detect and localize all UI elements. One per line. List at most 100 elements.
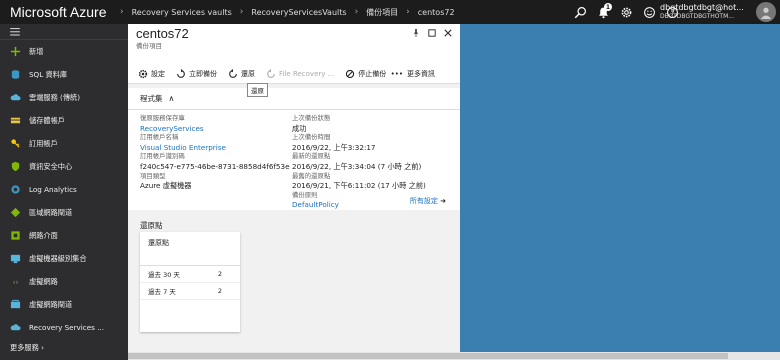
essentials-field-label: 訂用帳戶識別碼 [140,152,185,161]
sidebar-item-label: 資訊安全中心 [29,161,73,171]
restore-point-count: 2 [217,270,222,278]
sidebar-item[interactable]: Log Analytics [0,178,128,201]
dashboard-background [460,24,780,352]
breadcrumb-item[interactable]: RecoveryServicesVaults [251,8,346,17]
scrollbar-thumb[interactable] [128,353,728,359]
essentials-field-value[interactable]: RecoveryServices [140,124,290,134]
backup-now-button[interactable]: 立即備份 [176,68,217,79]
sidebar-item[interactable]: 資訊安全中心 [0,155,128,178]
essentials-field-label: 項目類型 [140,171,166,180]
close-icon[interactable] [440,27,456,39]
maximize-icon[interactable] [424,27,440,39]
vnet-gateway-icon [10,299,21,310]
local-gateway-icon [10,207,21,218]
breadcrumb-item[interactable]: Recovery Services vaults [132,8,232,17]
vm-scale-set-icon [10,253,21,264]
sidebar-item-label: 虛擬機器級別集合 [29,253,87,263]
user-account[interactable]: dbgtdbgtdbgt@hot... DBGTDBGTDBGTHOTM... [660,3,752,21]
hamburger-menu-icon[interactable] [0,24,128,40]
restore-button[interactable]: 還原 [228,68,255,79]
storage-account-icon [10,115,21,126]
user-directory: DBGTDBGTDBGTHOTM... [660,13,734,20]
sidebar-item[interactable]: 虛擬網路閘道 [0,293,128,316]
breadcrumb-item[interactable]: centos72 [418,8,455,17]
more-services-label: 更多服務 [10,343,39,352]
shield-icon [10,161,21,172]
backup-now-label: 立即備份 [189,69,217,78]
sidebar-item-label: 區域網路閘道 [29,207,73,217]
restore-point-row: 過去 30 天 2 [140,266,240,283]
chevron-right-icon: › [41,343,44,352]
sidebar-item[interactable]: Recovery Services ... [0,316,128,339]
restore-label: 還原 [241,69,255,78]
ellipsis-icon: ••• [390,69,403,78]
more-services-link[interactable]: 更多服務 › [10,343,44,353]
backup-icon [177,68,185,78]
command-bar: 設定 立即備份 還原 File Recovery ... 停止備份 ••• 更多… [128,64,460,97]
sidebar-item[interactable]: 雲端服務 (傳統) [0,86,128,109]
notifications-bell-icon[interactable]: 1 [592,0,615,24]
sidebar-item[interactable]: 網路介面 [0,224,128,247]
essentials-toggle[interactable]: 程式集 ∧ [128,88,460,110]
backup-item-blade: centos72 備份項目 設定 立即備份 還原 File Recovery .… [128,24,460,360]
essentials-field-value: 2016/9/21, 下午6:11:02 (17 小時 之前) [292,181,426,191]
sidebar-item[interactable]: ‹› 虛擬網路 [0,270,128,293]
essentials-field-value: f240c547-e775-46be-8731-8858d4f6f53e [140,161,290,171]
key-icon [10,138,21,149]
more-info-label: 更多資訊 [407,69,435,78]
sidebar-item-label: 新增 [29,46,44,56]
essentials-field-label: 上次備份狀態 [292,114,331,122]
sidebar-item-label: 虛擬網路閘道 [29,299,73,309]
breadcrumb: › Recovery Services vaults › RecoverySer… [112,0,455,24]
all-settings-link[interactable]: 所有設定 ➜ [410,196,446,206]
sidebar-item[interactable]: 訂用帳戶 [0,132,128,155]
essentials-field-value: 2016/9/22, 上午3:34:04 (7 小時 之前) [292,161,422,171]
essentials-left-column: 復原服務保存庫 RecoveryServices 訂用帳戶名稱 Visual Stud… [140,114,290,191]
avatar[interactable] [756,2,776,22]
sidebar-item-label: Recovery Services ... [29,323,105,332]
chevron-up-icon: ∧ [168,94,175,103]
horizontal-scrollbar[interactable] [128,352,780,360]
sidebar-item-label: SQL 資料庫 [29,69,68,79]
sidebar-list: 新增 SQL 資料庫雲端服務 (傳統) 儲存體帳戶訂用帳戶資訊安全中心 Log Ana… [0,40,128,339]
all-settings-label: 所有設定 [409,197,438,205]
restore-points-tile[interactable]: 還原點 過去 30 天 2 過去 7 天 2 [140,232,240,332]
settings-label: 設定 [151,69,165,78]
azure-brand[interactable]: Microsoft Azure [0,4,112,20]
restore-point-period: 過去 7 天 [148,288,176,296]
sidebar-item[interactable]: 區域網路閘道 [0,201,128,224]
smiley-feedback-icon[interactable] [638,0,661,24]
sidebar-item[interactable]: 儲存體帳戶 [0,109,128,132]
blade-header: centos72 備份項目 [128,24,460,64]
file-recovery-icon [267,68,275,78]
restore-icon [229,68,237,78]
sidebar-item-label: 訂用帳戶 [29,138,58,148]
restore-points-rows: 過去 30 天 2 過去 7 天 2 [140,266,240,300]
recovery-vault-icon [10,322,21,333]
breadcrumb-item[interactable]: 備份項目 [366,7,398,18]
pin-icon[interactable] [408,27,424,39]
file-recovery-button[interactable]: File Recovery ... [266,68,334,79]
essentials-field-label: 最舊的還原點 [292,171,331,180]
more-info-button[interactable]: ••• 更多資訊 [391,69,435,79]
search-icon[interactable] [569,0,592,24]
chevron-right-icon: › [239,7,244,17]
blade-subtitle: 備份項目 [136,42,162,50]
settings-button[interactable]: 設定 [138,69,165,79]
stop-backup-button[interactable]: 停止備份 [345,69,386,79]
log-analytics-icon [10,184,21,195]
notification-badge: 1 [604,3,612,11]
gear-icon [138,69,148,78]
essentials-field-value[interactable]: Visual Studio Enterprise [140,143,290,153]
top-bar: Microsoft Azure › Recovery Services vaul… [0,0,780,24]
essentials-field-label: 最新的還原點 [292,152,331,161]
gear-icon[interactable] [615,0,638,24]
essentials-field-label: 上次備份時間 [292,133,331,142]
restore-points-tile-title: 還原點 [140,232,240,266]
blade-title: centos72 [136,26,189,41]
sidebar-item[interactable]: 虛擬機器級別集合 [0,247,128,270]
sidebar-item-label: 雲端服務 (傳統) [29,92,81,102]
restore-points-section-title: 還原點 [140,221,163,230]
sidebar-item[interactable]: SQL 資料庫 [0,63,128,86]
sidebar-item[interactable]: 新增 [0,40,128,63]
